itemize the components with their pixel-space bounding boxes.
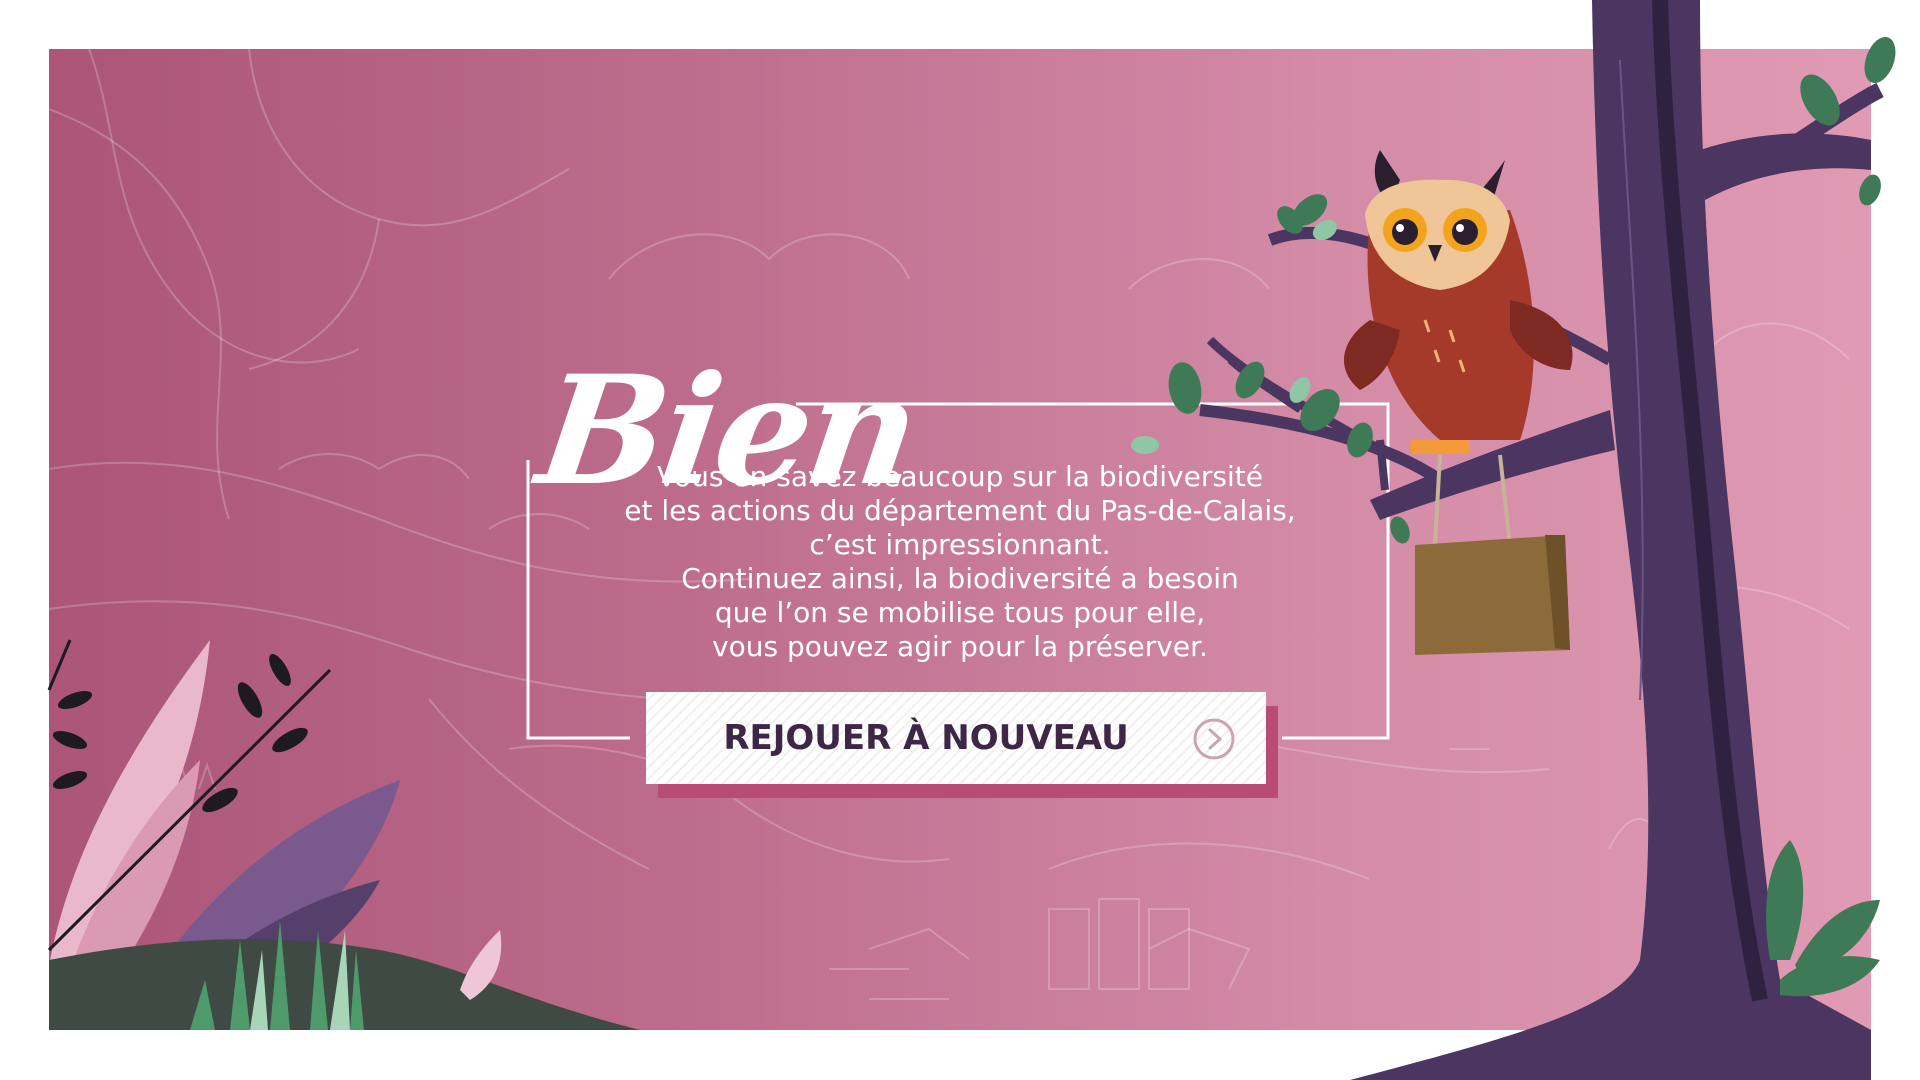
replay-button-face[interactable]: REJOUER À NOUVEAU [646, 692, 1266, 784]
chevron-right-circle-icon [1193, 718, 1235, 760]
message-line: Continuez ainsi, la biodiversité a besoi… [681, 562, 1239, 595]
replay-button[interactable]: REJOUER À NOUVEAU [646, 692, 1278, 798]
message-line: et les actions du département du Pas-de-… [624, 494, 1296, 527]
message-line: vous pouvez agir pour la préserver. [712, 630, 1208, 663]
message-line: Vous en savez beaucoup sur la biodiversi… [657, 460, 1263, 493]
end-screen: Bien Vous en savez beaucoup sur la biodi… [0, 0, 1920, 1080]
result-message: Vous en savez beaucoup sur la biodiversi… [560, 460, 1360, 664]
message-line: c’est impressionnant. [809, 528, 1111, 561]
message-line: que l’on se mobilise tous pour elle, [714, 596, 1206, 629]
replay-button-label: REJOUER À NOUVEAU [723, 718, 1129, 758]
